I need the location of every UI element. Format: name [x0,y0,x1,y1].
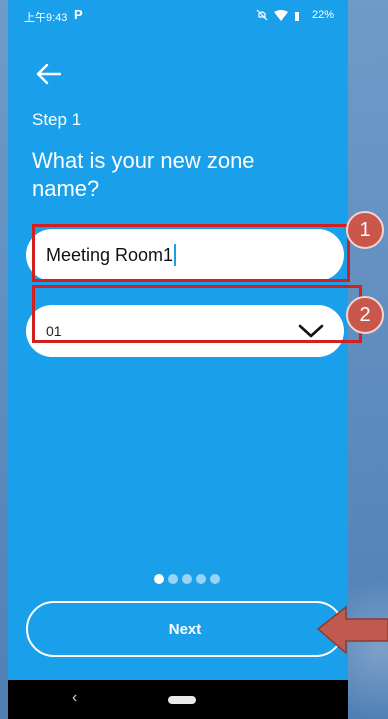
page-title: What is your new zone name? [32,148,255,201]
nav-back-button[interactable]: ‹ [72,689,77,707]
highlight-zone-name [32,224,350,282]
parking-app-icon: P [74,7,83,22]
mute-icon [256,9,268,21]
annotation-badge-1: 1 [346,211,384,249]
signal-icon [294,11,299,21]
back-arrow-icon [36,63,61,85]
page-dot [154,574,164,584]
next-button-label: Next [168,620,202,638]
status-bar: 上午9:43 P 22% [8,0,348,32]
page-dot [168,574,178,584]
page-dot [210,574,220,584]
status-icons: 22% [256,9,334,21]
page-dot [196,574,206,584]
annotation-badge-2: 2 [346,296,384,334]
pointer-arrow-icon [316,605,388,655]
step-label: Step 1 [32,110,82,129]
next-button[interactable]: Next [26,601,344,657]
status-time: 上午9:43 [24,12,68,24]
android-nav-bar: ‹ [8,680,348,719]
nav-home-button[interactable] [168,696,196,704]
battery-percent: 22% [311,9,334,21]
highlight-zone-select [32,285,362,343]
phone-screen: 上午9:43 P 22% Step 1 What is your new zon… [8,0,348,719]
back-button[interactable] [34,60,62,88]
page-indicator [154,574,220,584]
wifi-icon [273,9,288,21]
page-dot [182,574,192,584]
